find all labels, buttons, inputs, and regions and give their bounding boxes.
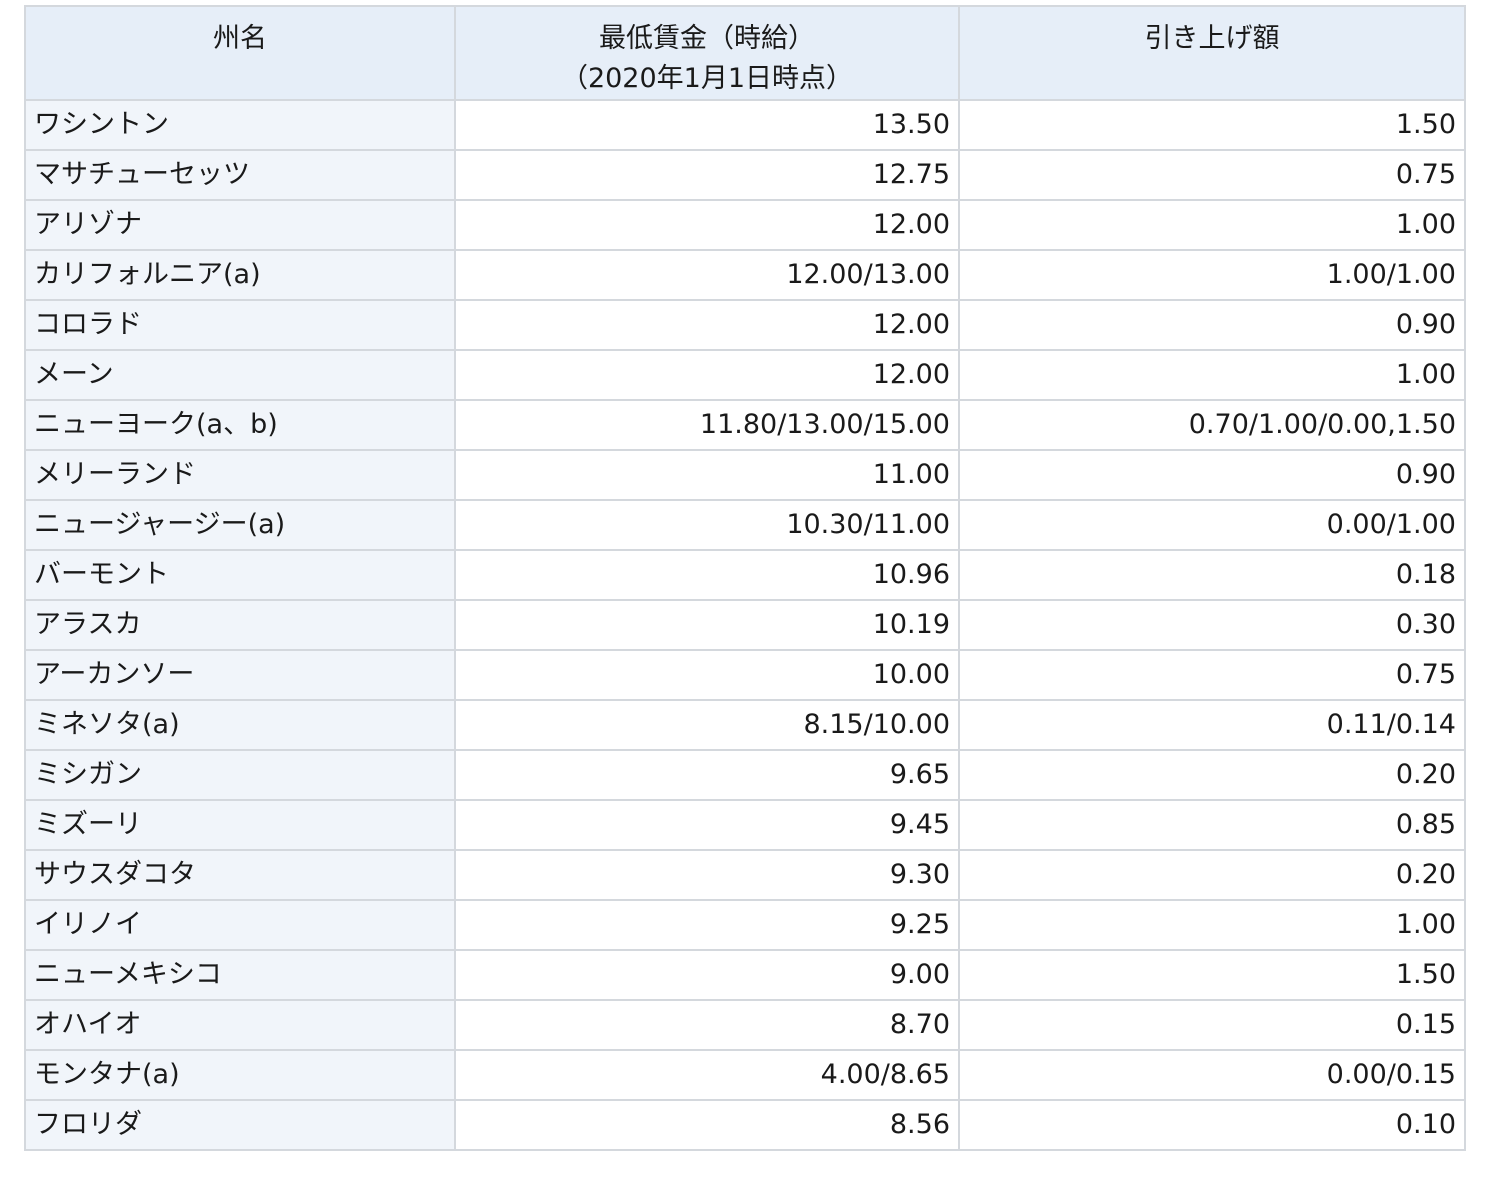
raise-amount-cell: 0.00/1.00 [958,499,1466,551]
state-name-cell: メリーランド [24,449,456,501]
minimum-wage-cell: 9.45 [454,799,960,851]
table-row: アラスカ 10.19 0.30 [24,599,1466,651]
table-row: マサチューセッツ 12.75 0.75 [24,149,1466,201]
minimum-wage-cell: 12.00 [454,199,960,251]
minimum-wage-cell: 13.50 [454,99,960,151]
state-name-cell: コロラド [24,299,456,351]
table-row: アーカンソー 10.00 0.75 [24,649,1466,701]
minimum-wage-table: 州名 最低賃金（時給） （2020年1月1日時点） 引き上げ額 ワシントン 13.… [24,5,1466,1151]
minimum-wage-cell: 8.15/10.00 [454,699,960,751]
state-name-cell: カリフォルニア(a) [24,249,456,301]
state-name-cell: アラスカ [24,599,456,651]
state-name-cell: ミシガン [24,749,456,801]
table-row: フロリダ 8.56 0.10 [24,1099,1466,1151]
table-row: メリーランド 11.00 0.90 [24,449,1466,501]
raise-amount-cell: 0.90 [958,449,1466,501]
table-row: モンタナ(a) 4.00/8.65 0.00/0.15 [24,1049,1466,1101]
minimum-wage-cell: 10.30/11.00 [454,499,960,551]
state-name-cell: オハイオ [24,999,456,1051]
header-wage-label: 最低賃金（時給） [599,23,815,54]
minimum-wage-cell: 12.75 [454,149,960,201]
minimum-wage-cell: 9.00 [454,949,960,1001]
table-row: メーン 12.00 1.00 [24,349,1466,401]
table-row: ミシガン 9.65 0.20 [24,749,1466,801]
minimum-wage-table-container: 州名 最低賃金（時給） （2020年1月1日時点） 引き上げ額 ワシントン 13.… [24,5,1466,1151]
state-name-cell: アーカンソー [24,649,456,701]
raise-amount-cell: 1.50 [958,99,1466,151]
header-raise-label: 引き上げ額 [1144,23,1280,54]
raise-amount-cell: 0.20 [958,749,1466,801]
state-name-cell: マサチューセッツ [24,149,456,201]
minimum-wage-cell: 11.80/13.00/15.00 [454,399,960,451]
state-name-cell: ミズーリ [24,799,456,851]
minimum-wage-cell: 4.00/8.65 [454,1049,960,1101]
raise-amount-cell: 1.00/1.00 [958,249,1466,301]
minimum-wage-cell: 10.96 [454,549,960,601]
minimum-wage-cell: 11.00 [454,449,960,501]
state-name-cell: サウスダコタ [24,849,456,901]
raise-amount-cell: 1.00 [958,349,1466,401]
state-name-cell: イリノイ [24,899,456,951]
state-name-cell: ワシントン [24,99,456,151]
raise-amount-cell: 0.11/0.14 [958,699,1466,751]
state-name-cell: ニューメキシコ [24,949,456,1001]
table-row: アリゾナ 12.00 1.00 [24,199,1466,251]
header-wage-date: （2020年1月1日時点） [560,63,854,94]
minimum-wage-cell: 12.00 [454,299,960,351]
header-wage: 最低賃金（時給） （2020年1月1日時点） [454,5,960,101]
raise-amount-cell: 0.75 [958,649,1466,701]
header-row: 州名 最低賃金（時給） （2020年1月1日時点） 引き上げ額 [24,5,1466,101]
header-state: 州名 [24,5,456,101]
raise-amount-cell: 0.00/0.15 [958,1049,1466,1101]
minimum-wage-cell: 10.00 [454,649,960,701]
minimum-wage-cell: 12.00 [454,349,960,401]
table-row: バーモント 10.96 0.18 [24,549,1466,601]
minimum-wage-cell: 10.19 [454,599,960,651]
state-name-cell: ミネソタ(a) [24,699,456,751]
raise-amount-cell: 1.00 [958,899,1466,951]
table-row: ワシントン 13.50 1.50 [24,99,1466,151]
minimum-wage-cell: 9.30 [454,849,960,901]
raise-amount-cell: 1.50 [958,949,1466,1001]
raise-amount-cell: 0.85 [958,799,1466,851]
table-row: ニュージャージー(a) 10.30/11.00 0.00/1.00 [24,499,1466,551]
minimum-wage-cell: 8.70 [454,999,960,1051]
raise-amount-cell: 0.20 [958,849,1466,901]
state-name-cell: フロリダ [24,1099,456,1151]
minimum-wage-cell: 8.56 [454,1099,960,1151]
minimum-wage-cell: 9.25 [454,899,960,951]
state-name-cell: メーン [24,349,456,401]
table-header: 州名 最低賃金（時給） （2020年1月1日時点） 引き上げ額 [24,5,1466,101]
raise-amount-cell: 1.00 [958,199,1466,251]
state-name-cell: アリゾナ [24,199,456,251]
table-row: カリフォルニア(a) 12.00/13.00 1.00/1.00 [24,249,1466,301]
raise-amount-cell: 0.70/1.00/0.00,1.50 [958,399,1466,451]
raise-amount-cell: 0.10 [958,1099,1466,1151]
raise-amount-cell: 0.30 [958,599,1466,651]
header-state-label: 州名 [213,23,267,54]
table-row: オハイオ 8.70 0.15 [24,999,1466,1051]
table-row: ミネソタ(a) 8.15/10.00 0.11/0.14 [24,699,1466,751]
state-name-cell: モンタナ(a) [24,1049,456,1101]
minimum-wage-cell: 9.65 [454,749,960,801]
state-name-cell: ニュージャージー(a) [24,499,456,551]
table-row: コロラド 12.00 0.90 [24,299,1466,351]
header-raise: 引き上げ額 [958,5,1466,101]
state-name-cell: バーモント [24,549,456,601]
raise-amount-cell: 0.90 [958,299,1466,351]
raise-amount-cell: 0.75 [958,149,1466,201]
minimum-wage-cell: 12.00/13.00 [454,249,960,301]
table-row: ニューヨーク(a、b) 11.80/13.00/15.00 0.70/1.00/0.… [24,399,1466,451]
table-body: ワシントン 13.50 1.50 マサチューセッツ 12.75 0.75 アリゾナ 12.00… [24,99,1466,1151]
state-name-cell: ニューヨーク(a、b) [24,399,456,451]
table-row: サウスダコタ 9.30 0.20 [24,849,1466,901]
raise-amount-cell: 0.18 [958,549,1466,601]
raise-amount-cell: 0.15 [958,999,1466,1051]
table-row: ミズーリ 9.45 0.85 [24,799,1466,851]
table-row: ニューメキシコ 9.00 1.50 [24,949,1466,1001]
table-row: イリノイ 9.25 1.00 [24,899,1466,951]
